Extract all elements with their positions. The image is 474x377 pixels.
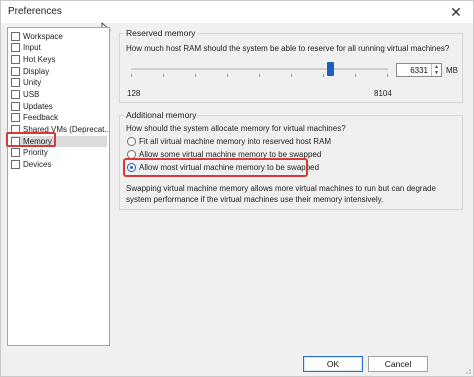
radio-fit-all-label[interactable]: Fit all virtual machine memory into rese…: [139, 137, 331, 146]
devices-icon: [11, 160, 20, 169]
display-icon: [11, 67, 20, 76]
allow-most-highlight-box: [123, 158, 308, 177]
swap-note: Swapping virtual machine memory allows m…: [126, 184, 436, 204]
reserved-memory-question: How much host RAM should the system be a…: [126, 44, 450, 53]
sidebar-item-feedback[interactable]: Feedback: [11, 112, 58, 123]
sidebar-item-workspace[interactable]: Workspace: [11, 31, 63, 42]
sidebar-item-hot-keys[interactable]: Hot Keys: [11, 54, 55, 65]
unity-icon: [11, 78, 20, 87]
sidebar-item-priority[interactable]: Priority: [11, 147, 48, 158]
sidebar-item-display[interactable]: Display: [11, 66, 49, 77]
usb-icon: [11, 90, 20, 99]
close-icon[interactable]: ✕: [447, 3, 465, 21]
slider-max-label: 8104: [374, 89, 392, 98]
sidebar-item-label: Unity: [23, 78, 42, 87]
additional-memory-question: How should the system allocate memory fo…: [126, 124, 346, 133]
resize-grip-icon[interactable]: [463, 366, 471, 374]
slider-tick: [355, 74, 356, 77]
memory-highlight-box: [6, 132, 56, 147]
spin-down-icon[interactable]: ▼: [432, 70, 441, 76]
spin-buttons: ▲ ▼: [431, 64, 441, 76]
feedback-icon: [11, 113, 20, 122]
cancel-button[interactable]: Cancel: [368, 356, 428, 372]
slider-tick: [227, 74, 228, 77]
slider-tick: [387, 74, 388, 77]
sidebar-item-usb[interactable]: USB: [11, 89, 39, 100]
memory-slider-track[interactable]: [131, 68, 388, 70]
sidebar-item-updates[interactable]: Updates: [11, 101, 53, 112]
memory-slider-thumb[interactable]: [327, 62, 335, 76]
title-bar: Preferences ✕: [1, 1, 473, 23]
slider-tick: [323, 74, 324, 77]
sidebar-item-label: Input: [23, 43, 41, 52]
window-title: Preferences: [8, 6, 62, 17]
priority-icon: [11, 148, 20, 157]
radio-fit-all[interactable]: [127, 137, 136, 146]
sidebar-item-devices[interactable]: Devices: [11, 159, 51, 170]
ok-button[interactable]: OK: [303, 356, 363, 372]
sidebar-item-label: USB: [23, 90, 40, 99]
preferences-sidebar: Workspace Input Hot Keys Display Unity U…: [7, 27, 110, 346]
updates-icon: [11, 102, 20, 111]
sidebar-item-label: Feedback: [23, 113, 59, 122]
slider-min-label: 128: [127, 89, 141, 98]
slider-tick: [131, 74, 132, 77]
memory-value-spinbox[interactable]: 6331 ▲ ▼: [396, 63, 442, 77]
slider-tick: [163, 74, 164, 77]
slider-tick: [195, 74, 196, 77]
sidebar-item-label: Display: [23, 67, 50, 76]
slider-tick: [259, 74, 260, 77]
sidebar-item-label: Priority: [23, 148, 48, 157]
sidebar-item-label: Devices: [23, 160, 52, 169]
sidebar-item-label: Workspace: [23, 32, 63, 41]
sidebar-item-label: Hot Keys: [23, 55, 56, 64]
memory-unit: MB: [446, 66, 458, 75]
workspace-icon: [11, 32, 20, 41]
sidebar-item-unity[interactable]: Unity: [11, 77, 41, 88]
sidebar-item-label: Updates: [23, 102, 53, 111]
input-icon: [11, 43, 20, 52]
additional-memory-title: Additional memory: [124, 110, 199, 120]
memory-value: 6331: [410, 66, 428, 75]
slider-tick: [291, 74, 292, 77]
sidebar-item-input[interactable]: Input: [11, 42, 41, 53]
reserved-memory-title: Reserved memory: [124, 28, 198, 38]
hotkeys-icon: [11, 55, 20, 64]
